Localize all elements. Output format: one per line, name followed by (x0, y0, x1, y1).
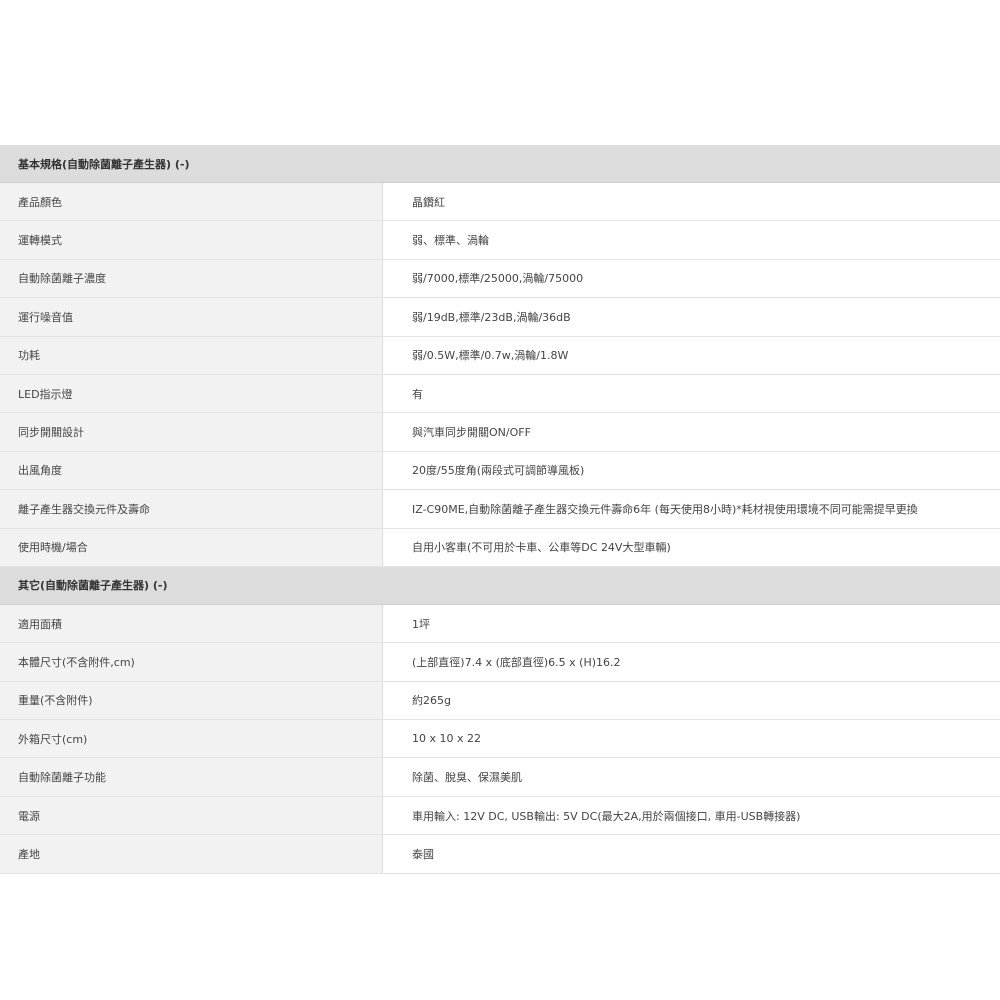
row-label: 離子產生器交換元件及壽命 (0, 490, 383, 528)
row-value: 車用輸入: 12V DC, USB輸出: 5V DC(最大2A,用於兩個接口, … (383, 796, 1000, 835)
row-value: 1坪 (383, 604, 1000, 643)
row-label: 重量(不含附件) (0, 681, 383, 720)
table-row: LED指示燈 有 (0, 374, 1000, 414)
row-label: 適用面積 (0, 604, 383, 643)
table-row: 產地 泰國 (0, 835, 1000, 874)
row-value: 弱、標準、渦輪 (383, 221, 1000, 259)
row-value: 自用小客車(不可用於卡車、公車等DC 24V大型車輛) (383, 528, 1000, 566)
table-row: 重量(不含附件) 約265g (0, 681, 1000, 721)
section-header-other-specs: 其它(自動除菌離子產生器) (-) (0, 566, 1000, 605)
row-label: 電源 (0, 796, 383, 835)
row-label: 運轉模式 (0, 221, 383, 259)
row-label: 自動除菌離子功能 (0, 758, 383, 796)
row-value: 泰國 (383, 835, 1000, 873)
row-value: 除菌、脫臭、保濕美肌 (383, 758, 1000, 796)
table-row: 外箱尺寸(cm) 10 x 10 x 22 (0, 720, 1000, 759)
row-value: 弱/7000,標準/25000,渦輪/75000 (383, 259, 1000, 298)
table-row: 電源 車用輸入: 12V DC, USB輸出: 5V DC(最大2A,用於兩個接… (0, 796, 1000, 836)
row-label: 使用時機/場合 (0, 528, 383, 566)
row-label: LED指示燈 (0, 374, 383, 413)
row-value: 20度/55度角(兩段式可調節導風板) (383, 451, 1000, 490)
table-row: 自動除菌離子濃度 弱/7000,標準/25000,渦輪/75000 (0, 259, 1000, 299)
row-value: IZ-C90ME,自動除菌離子產生器交換元件壽命6年 (每天使用8小時)*耗材視… (383, 490, 1000, 528)
table-row: 產品顏色 晶鑽紅 (0, 183, 1000, 222)
row-value: 10 x 10 x 22 (383, 720, 1000, 758)
row-value: 有 (383, 374, 1000, 413)
table-row: 自動除菌離子功能 除菌、脫臭、保濕美肌 (0, 758, 1000, 797)
table-row: 出風角度 20度/55度角(兩段式可調節導風板) (0, 451, 1000, 491)
row-label: 運行噪音值 (0, 298, 383, 336)
row-value: 晶鑽紅 (383, 183, 1000, 221)
table-row: 本體尺寸(不含附件,cm) (上部直徑)7.4 x (底部直徑)6.5 x (H… (0, 643, 1000, 682)
row-label: 外箱尺寸(cm) (0, 720, 383, 758)
table-row: 運行噪音值 弱/19dB,標準/23dB,渦輪/36dB (0, 298, 1000, 337)
row-label: 自動除菌離子濃度 (0, 259, 383, 298)
spec-table: 基本規格(自動除菌離子產生器) (-) 產品顏色 晶鑽紅 運轉模式 弱、標準、渦… (0, 145, 1000, 874)
table-row: 運轉模式 弱、標準、渦輪 (0, 221, 1000, 260)
row-value: 約265g (383, 681, 1000, 720)
table-row: 適用面積 1坪 (0, 604, 1000, 644)
table-row: 功耗 弱/0.5W,標準/0.7w,渦輪/1.8W (0, 336, 1000, 375)
row-label: 同步開關設計 (0, 413, 383, 451)
row-label: 本體尺寸(不含附件,cm) (0, 643, 383, 681)
table-row: 同步開關設計 與汽車同步開關ON/OFF (0, 413, 1000, 452)
row-value: 弱/19dB,標準/23dB,渦輪/36dB (383, 298, 1000, 336)
row-label: 產地 (0, 835, 383, 873)
row-label: 功耗 (0, 336, 383, 374)
section-header-basic-specs: 基本規格(自動除菌離子產生器) (-) (0, 145, 1000, 183)
table-row: 離子產生器交換元件及壽命 IZ-C90ME,自動除菌離子產生器交換元件壽命6年 … (0, 490, 1000, 529)
row-value: (上部直徑)7.4 x (底部直徑)6.5 x (H)16.2 (383, 643, 1000, 681)
row-value: 弱/0.5W,標準/0.7w,渦輪/1.8W (383, 336, 1000, 374)
row-label: 出風角度 (0, 451, 383, 490)
row-label: 產品顏色 (0, 183, 383, 221)
table-row: 使用時機/場合 自用小客車(不可用於卡車、公車等DC 24V大型車輛) (0, 528, 1000, 567)
row-value: 與汽車同步開關ON/OFF (383, 413, 1000, 451)
